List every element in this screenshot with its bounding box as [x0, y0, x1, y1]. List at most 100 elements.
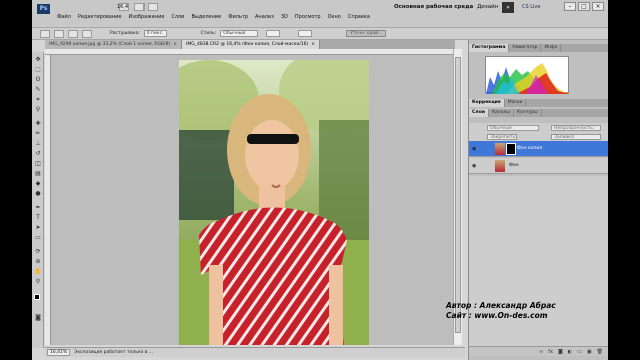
- menu-analysis[interactable]: Анализ: [255, 14, 274, 20]
- pen-tool-icon[interactable]: ✒: [34, 204, 42, 211]
- eraser-tool-icon[interactable]: ◫: [34, 160, 42, 167]
- ruler-horizontal[interactable]: [45, 49, 453, 55]
- workspace-more-button[interactable]: »: [502, 2, 514, 13]
- cs-live-button[interactable]: CS Live: [522, 4, 540, 10]
- marquee-tool-icon[interactable]: ⬚: [34, 66, 42, 73]
- layer-name[interactable]: Фон копия: [517, 146, 542, 151]
- blend-mode-select[interactable]: Обычные: [487, 125, 539, 131]
- tab-label: IMG_4838.CR2 @ 16,4% (Фон копия, Слой-ма…: [186, 42, 309, 47]
- 3d-orbit-tool-icon[interactable]: ⊚: [34, 258, 42, 265]
- menu-image[interactable]: Изображение: [128, 14, 164, 20]
- document-canvas[interactable]: [45, 49, 453, 345]
- history-brush-tool-icon[interactable]: ↺: [34, 150, 42, 157]
- adjustments-panel-tabs: Коррекция Маски: [469, 99, 608, 107]
- eye-icon[interactable]: ◉: [472, 163, 476, 169]
- quick-selection-tool-icon[interactable]: ✎: [34, 86, 42, 93]
- link-layers-icon[interactable]: ∞: [539, 349, 543, 355]
- layer-row-fon[interactable]: ◉ Фон: [469, 158, 608, 174]
- eyedropper-tool-icon[interactable]: ⚲: [34, 106, 42, 113]
- maximize-icon[interactable]: □: [578, 2, 590, 11]
- add-mask-icon[interactable]: ◙: [558, 349, 563, 355]
- move-tool-icon[interactable]: ✥: [34, 56, 42, 63]
- workspace-design[interactable]: Дизайн: [477, 4, 498, 10]
- width-input[interactable]: [266, 30, 281, 37]
- tab-channels[interactable]: Каналы: [489, 109, 514, 117]
- menu-file[interactable]: Файл: [57, 14, 71, 20]
- crop-tool-icon[interactable]: ⌗: [34, 96, 42, 103]
- blur-tool-icon[interactable]: ◆: [34, 180, 42, 187]
- layers-controls: Обычные Непрозрачность: Закрепить: Залив…: [469, 123, 608, 143]
- tab-histogram[interactable]: Гистограмма: [469, 44, 510, 52]
- style-select[interactable]: Обычный: [220, 30, 259, 37]
- tab-img-4838[interactable]: IMG_4838.CR2 @ 16,4% (Фон копия, Слой-ма…: [182, 40, 320, 49]
- type-tool-icon[interactable]: T: [34, 214, 42, 221]
- document-tabs: IMG_9298 копия.jpg @ 33,2% (Слой 1 копия…: [45, 40, 455, 49]
- close-tab-icon[interactable]: ×: [173, 42, 177, 47]
- status-zoom-field[interactable]: 16,41%: [47, 349, 71, 356]
- shape-tool-icon[interactable]: ▭: [34, 234, 42, 241]
- gradient-tool-icon[interactable]: ▤: [34, 170, 42, 177]
- menu-help[interactable]: Справка: [348, 14, 370, 20]
- status-info[interactable]: Экспозиция работает только в ...: [74, 350, 153, 355]
- new-selection-icon[interactable]: [54, 29, 64, 38]
- screen-mode-button[interactable]: [148, 3, 158, 11]
- adjustment-layer-icon[interactable]: ◐: [568, 349, 572, 355]
- close-tab-icon[interactable]: ×: [311, 42, 315, 47]
- menu-3d[interactable]: 3D: [281, 14, 288, 20]
- quick-mask-icon[interactable]: ◙: [34, 314, 42, 321]
- height-input[interactable]: [298, 30, 313, 37]
- menu-window[interactable]: Окно: [328, 14, 341, 20]
- add-selection-icon[interactable]: [68, 29, 78, 38]
- author-credit: Автор : Александр Абрас Сайт : www.On-de…: [446, 301, 626, 321]
- menu-select[interactable]: Выделение: [191, 14, 221, 20]
- layer-name[interactable]: Фон: [509, 163, 519, 168]
- zoom-tool-icon[interactable]: ⚲: [34, 278, 42, 285]
- tab-navigator[interactable]: Навигатор: [509, 44, 542, 52]
- lock-controls[interactable]: Закрепить:: [487, 134, 517, 140]
- refine-edge-button[interactable]: Уточн. край...: [346, 30, 387, 37]
- healing-brush-tool-icon[interactable]: ✚: [34, 120, 42, 127]
- tool-preset-icon[interactable]: [40, 29, 50, 38]
- fill-field[interactable]: Заливка:: [551, 134, 601, 140]
- new-group-icon[interactable]: ▭: [577, 349, 582, 355]
- menu-layers[interactable]: Слои: [171, 14, 184, 20]
- zoom-level[interactable]: 16,4: [117, 4, 128, 10]
- tools-panel: ✥ ⬚ ʘ ✎ ⌗ ⚲ ✚ ✏ ⊥ ↺ ◫ ▤ ◆ ● ✒ T ➤ ▭ ⟳ ⊚ …: [32, 52, 44, 348]
- subtract-selection-icon[interactable]: [82, 29, 92, 38]
- menu-edit[interactable]: Редактирование: [78, 14, 122, 20]
- hand-tool-icon[interactable]: ✋: [34, 268, 42, 275]
- path-selection-tool-icon[interactable]: ➤: [34, 224, 42, 231]
- close-icon[interactable]: ×: [592, 2, 604, 11]
- menu-filter[interactable]: Фильтр: [228, 14, 248, 20]
- add-style-icon[interactable]: fx: [548, 349, 553, 355]
- status-bar: 16,41% Экспозиция работает только в ...: [45, 347, 465, 357]
- new-layer-icon[interactable]: ▣: [587, 349, 592, 355]
- ruler-vertical[interactable]: [45, 55, 51, 345]
- menu-bar: Ps 16,4 Файл Редактирование Изображение …: [32, 0, 608, 28]
- tab-masks[interactable]: Маски: [505, 99, 527, 107]
- document-photo[interactable]: [179, 60, 369, 345]
- lasso-tool-icon[interactable]: ʘ: [34, 76, 42, 83]
- tab-adjustments[interactable]: Коррекция: [469, 99, 505, 107]
- arrange-documents-button[interactable]: [134, 3, 144, 11]
- workspace-essentials[interactable]: Основная рабочая среда: [394, 4, 473, 10]
- tab-paths[interactable]: Контуры: [514, 109, 542, 117]
- layer-thumbnail: [495, 143, 505, 155]
- tab-img-9298[interactable]: IMG_9298 копия.jpg @ 33,2% (Слой 1 копия…: [45, 40, 183, 49]
- dodge-tool-icon[interactable]: ●: [34, 190, 42, 197]
- clone-stamp-tool-icon[interactable]: ⊥: [34, 140, 42, 147]
- layer-row-fon-kopiya[interactable]: ◉ Фон копия: [469, 141, 608, 157]
- brush-tool-icon[interactable]: ✏: [34, 130, 42, 137]
- foreground-color-swatch[interactable]: [34, 294, 40, 300]
- menu-view[interactable]: Просмотр: [295, 14, 321, 20]
- feather-input[interactable]: 0 пикс.: [143, 30, 167, 37]
- minimize-icon[interactable]: –: [564, 2, 576, 11]
- opacity-field[interactable]: Непрозрачность:: [551, 125, 601, 131]
- eye-icon[interactable]: ◉: [472, 146, 476, 152]
- layer-mask-thumbnail[interactable]: [506, 143, 516, 155]
- scrollbar-thumb[interactable]: [455, 57, 461, 333]
- delete-layer-icon[interactable]: 🗑: [597, 349, 603, 355]
- tab-layers[interactable]: Слои: [469, 109, 489, 117]
- 3d-rotate-tool-icon[interactable]: ⟳: [34, 248, 42, 255]
- tab-info[interactable]: Инфо: [541, 44, 562, 52]
